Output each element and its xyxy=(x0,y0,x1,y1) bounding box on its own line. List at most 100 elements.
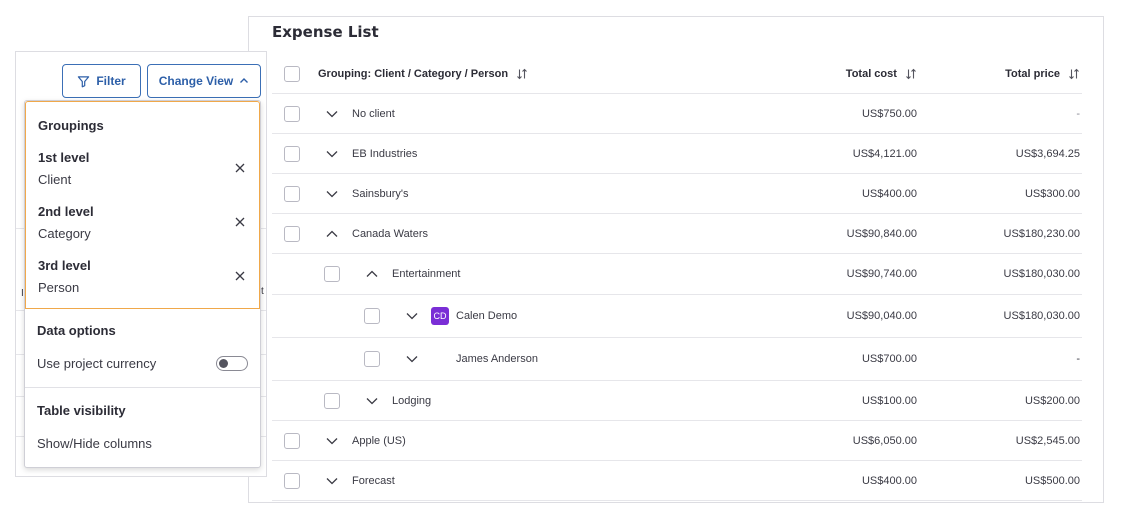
row-label: Canada Waters xyxy=(352,228,429,240)
chevron-down-icon[interactable] xyxy=(365,394,379,408)
remove-level-icon[interactable] xyxy=(234,270,246,282)
page-title: Expense List xyxy=(272,23,379,41)
row-total-cost: US$750.00 xyxy=(861,108,917,120)
row-total-price: US$180,030.00 xyxy=(1003,310,1080,322)
total-cost-header[interactable]: Total cost xyxy=(767,54,917,94)
change-view-button-label: Change View xyxy=(158,74,234,88)
table-row[interactable]: CD Calen Demo US$90,040.00 US$180,030.00 xyxy=(272,295,1082,338)
row-total-price: US$180,030.00 xyxy=(1003,268,1080,280)
grouping-header-label: Grouping: Client / Category / Person xyxy=(318,68,509,80)
row-total-cost: US$700.00 xyxy=(861,353,917,365)
row-total-price: US$2,545.00 xyxy=(1015,435,1080,447)
sort-icon[interactable] xyxy=(905,68,917,80)
row-checkbox[interactable] xyxy=(284,433,300,449)
chevron-down-icon[interactable] xyxy=(325,107,339,121)
total-price-header[interactable]: Total price xyxy=(930,54,1080,94)
row-total-cost: US$90,840.00 xyxy=(846,228,917,240)
use-project-currency-label: Use project currency xyxy=(37,356,157,371)
row-total-cost: US$90,740.00 xyxy=(846,268,917,280)
total-cost-header-label: Total cost xyxy=(845,68,897,80)
row-label: Apple (US) xyxy=(352,435,406,447)
row-label: Lodging xyxy=(392,395,432,407)
row-checkbox[interactable] xyxy=(364,308,380,324)
row-total-cost: US$4,121.00 xyxy=(852,148,917,160)
change-view-button[interactable]: Change View xyxy=(147,64,261,98)
groupings-title: Groupings xyxy=(38,118,104,133)
level-value: Client xyxy=(38,172,72,187)
row-label: Forecast xyxy=(352,475,395,487)
row-total-cost: US$6,050.00 xyxy=(852,435,917,447)
table-header: Grouping: Client / Category / Person Tot… xyxy=(272,54,1082,94)
table-row[interactable]: No client US$750.00 - xyxy=(272,94,1082,134)
row-label: Sainsbury's xyxy=(352,188,409,200)
row-total-price: US$200.00 xyxy=(1024,395,1080,407)
background-text: t xyxy=(261,286,264,297)
expense-list-card: Expense List Grouping: Client / Category… xyxy=(248,16,1104,503)
level-value: Category xyxy=(38,226,91,241)
table-row[interactable]: Lodging US$100.00 US$200.00 xyxy=(272,381,1082,421)
groupings-section: Groupings 1st level Client 2nd level Cat… xyxy=(25,101,260,309)
row-total-cost: US$100.00 xyxy=(861,395,917,407)
row-total-price: - xyxy=(1076,108,1080,120)
row-total-price: US$500.00 xyxy=(1024,475,1080,487)
row-checkbox[interactable] xyxy=(364,351,380,367)
row-label: EB Industries xyxy=(352,148,418,160)
row-checkbox[interactable] xyxy=(324,266,340,282)
data-options-title: Data options xyxy=(37,323,116,338)
filter-button[interactable]: Filter xyxy=(62,64,141,98)
remove-level-icon[interactable] xyxy=(234,216,246,228)
chevron-up-icon[interactable] xyxy=(325,227,339,241)
chevron-down-icon[interactable] xyxy=(405,352,419,366)
row-checkbox[interactable] xyxy=(284,226,300,242)
row-label: Entertainment xyxy=(392,268,461,280)
table-visibility-title: Table visibility xyxy=(37,403,126,418)
toggle-knob xyxy=(219,359,228,368)
show-hide-columns-link[interactable]: Show/Hide columns xyxy=(37,436,152,451)
row-total-price: - xyxy=(1076,353,1080,365)
chevron-down-icon[interactable] xyxy=(325,434,339,448)
table-row[interactable]: Sainsbury's US$400.00 US$300.00 xyxy=(272,174,1082,214)
filter-icon xyxy=(77,75,90,88)
row-checkbox[interactable] xyxy=(284,473,300,489)
chevron-up-icon xyxy=(239,76,249,86)
table-row[interactable]: Canada Waters US$90,840.00 US$180,230.00 xyxy=(272,214,1082,254)
chevron-up-icon[interactable] xyxy=(365,267,379,281)
table-row[interactable]: James Anderson US$700.00 - xyxy=(272,338,1082,381)
select-all-checkbox[interactable] xyxy=(284,66,300,82)
change-view-menu: Groupings 1st level Client 2nd level Cat… xyxy=(24,100,261,468)
row-total-cost: US$90,040.00 xyxy=(846,310,917,322)
level-value: Person xyxy=(38,280,80,295)
use-project-currency-toggle[interactable] xyxy=(216,356,248,371)
row-checkbox[interactable] xyxy=(284,106,300,122)
chevron-down-icon[interactable] xyxy=(325,474,339,488)
table-row[interactable]: EB Industries US$4,121.00 US$3,694.25 xyxy=(272,134,1082,174)
row-total-price: US$300.00 xyxy=(1024,188,1080,200)
grouping-header[interactable]: Grouping: Client / Category / Person xyxy=(318,54,528,94)
sort-icon[interactable] xyxy=(1068,68,1080,80)
row-checkbox[interactable] xyxy=(284,186,300,202)
row-label: James Anderson xyxy=(456,353,538,365)
row-total-price: US$180,230.00 xyxy=(1003,228,1080,240)
row-label: Calen Demo xyxy=(456,310,518,322)
row-label: No client xyxy=(352,108,395,120)
row-checkbox[interactable] xyxy=(284,146,300,162)
divider xyxy=(25,387,260,388)
table-row[interactable]: Entertainment US$90,740.00 US$180,030.00 xyxy=(272,254,1082,295)
remove-level-icon[interactable] xyxy=(234,162,246,174)
chevron-down-icon[interactable] xyxy=(405,309,419,323)
filter-button-label: Filter xyxy=(96,74,126,88)
chevron-down-icon[interactable] xyxy=(325,147,339,161)
row-total-cost: US$400.00 xyxy=(861,475,917,487)
level-title: 1st level xyxy=(38,150,90,165)
level-title: 2nd level xyxy=(38,204,94,219)
total-price-header-label: Total price xyxy=(1005,68,1060,80)
level-title: 3rd level xyxy=(38,258,91,273)
chevron-down-icon[interactable] xyxy=(325,187,339,201)
row-total-price: US$3,694.25 xyxy=(1015,148,1080,160)
table-row[interactable]: Forecast US$400.00 US$500.00 xyxy=(272,461,1082,501)
row-checkbox[interactable] xyxy=(324,393,340,409)
avatar: CD xyxy=(431,307,449,325)
table-row[interactable]: Apple (US) US$6,050.00 US$2,545.00 xyxy=(272,421,1082,461)
sort-icon[interactable] xyxy=(516,68,528,80)
row-total-cost: US$400.00 xyxy=(861,188,917,200)
